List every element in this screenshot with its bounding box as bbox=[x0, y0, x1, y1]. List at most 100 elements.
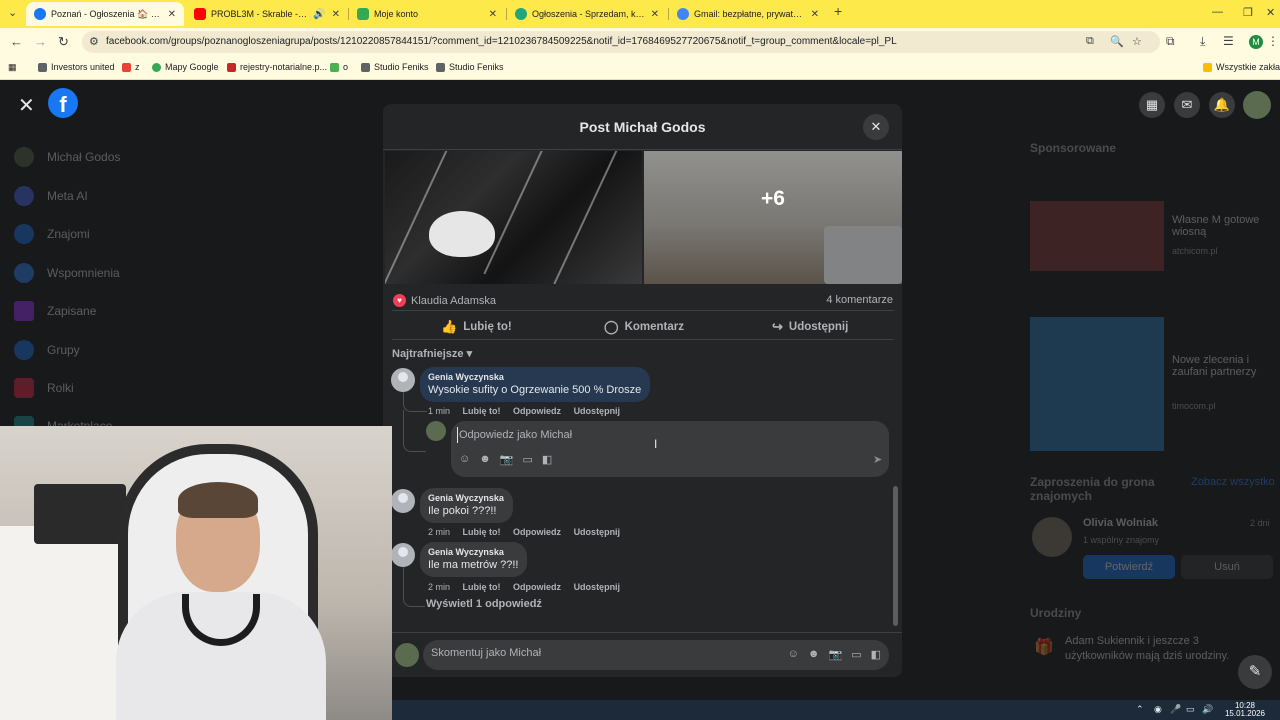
comment-author[interactable]: Genia Wyczynska bbox=[428, 493, 504, 503]
post-photo-livingroom[interactable]: +6 bbox=[644, 151, 902, 284]
comment-author[interactable]: Genia Wyczynska bbox=[428, 547, 518, 557]
account-avatar[interactable] bbox=[1243, 91, 1271, 119]
sticker-icon[interactable]: ◧ bbox=[542, 453, 552, 466]
delete-request-button[interactable]: Usuń bbox=[1181, 555, 1273, 579]
zoom-icon[interactable]: 🔍 bbox=[1110, 35, 1124, 48]
avatar-sticker-icon[interactable]: ☺ bbox=[459, 453, 470, 466]
nav-item-reels[interactable]: Rolki bbox=[14, 378, 74, 398]
gif-icon[interactable]: ▭ bbox=[523, 453, 533, 466]
messenger-icon[interactable]: ✉ bbox=[1174, 92, 1200, 118]
comment-share-link[interactable]: Udostępnij bbox=[574, 406, 621, 416]
reply-input[interactable] bbox=[457, 427, 837, 443]
download-icon[interactable]: ⤓ bbox=[1200, 34, 1205, 49]
reload-icon[interactable]: ↻ bbox=[58, 34, 69, 50]
side-panel-icon[interactable]: ☰ bbox=[1223, 34, 1234, 48]
browser-tab-youtube[interactable]: PROBL3M - Skrable - YouTu 🔊 ✕ bbox=[186, 2, 348, 26]
avatar[interactable] bbox=[391, 543, 415, 567]
nav-item-friends[interactable]: Znajomi bbox=[14, 224, 90, 244]
confirm-button[interactable]: Potwierdź bbox=[1083, 555, 1175, 579]
close-modal-button[interactable]: ✕ bbox=[863, 114, 889, 140]
profile-avatar[interactable]: M bbox=[1249, 35, 1263, 49]
ad-image[interactable] bbox=[1030, 201, 1164, 271]
restore-icon[interactable]: ❐ bbox=[1243, 6, 1253, 19]
avatar[interactable] bbox=[1032, 517, 1072, 557]
like-button[interactable]: 👍 Lubię to! bbox=[441, 319, 512, 335]
bookmark-star-icon[interactable]: ☆ bbox=[1132, 35, 1142, 48]
back-icon[interactable]: ← bbox=[10, 34, 23, 49]
url-text[interactable]: facebook.com/groups/poznanogloszeniagrup… bbox=[106, 36, 897, 47]
volume-icon[interactable]: 🔊 bbox=[1202, 704, 1213, 715]
comment-reply-link[interactable]: Odpowiedz bbox=[513, 582, 561, 592]
all-bookmarks-folder[interactable]: Wszystkie zakład bbox=[1203, 62, 1280, 72]
comment-bubble[interactable]: Genia Wyczynska Wysokie sufity o Ogrzewa… bbox=[420, 367, 651, 402]
ad-title[interactable]: Nowe zlecenia i zaufani partnerzy bbox=[1172, 354, 1272, 378]
facebook-logo-icon[interactable]: f bbox=[48, 88, 78, 118]
emoji-icon[interactable]: ☻ bbox=[479, 453, 491, 466]
close-tab-icon[interactable]: ✕ bbox=[332, 9, 340, 20]
new-message-button[interactable]: ✎ bbox=[1238, 655, 1272, 689]
bookmark-item[interactable]: Studio Feniks bbox=[361, 62, 429, 72]
browser-tab-olx[interactable]: Ogłoszenia - Sprzedam, kupię ✕ bbox=[507, 2, 667, 26]
comment-bubble[interactable]: Genia Wyczynska Ile ma metrów ??!! bbox=[420, 542, 528, 577]
close-window-icon[interactable]: ✕ bbox=[1266, 6, 1275, 19]
nav-item-memories[interactable]: Wspomnienia bbox=[14, 263, 120, 283]
ad-image[interactable] bbox=[1030, 317, 1164, 451]
site-info-icon[interactable]: ⚙ bbox=[89, 35, 99, 48]
camera-icon[interactable]: 📷 bbox=[500, 453, 514, 466]
extensions-icon[interactable]: ⧉ bbox=[1166, 34, 1175, 49]
avatar-sticker-icon[interactable]: ☺ bbox=[788, 648, 799, 661]
comment-share-link[interactable]: Udostępnij bbox=[574, 527, 621, 537]
comment-reply-link[interactable]: Odpowiedz bbox=[513, 406, 561, 416]
send-icon[interactable]: ➤ bbox=[873, 453, 882, 466]
comment-time[interactable]: 1 min bbox=[428, 406, 450, 416]
comment-sort-dropdown[interactable]: Najtrafniejsze ▾ bbox=[392, 347, 472, 360]
friend-name[interactable]: Olivia Wolniak bbox=[1083, 517, 1158, 529]
taskbar-clock[interactable]: 10:28 15.01.2026 bbox=[1224, 702, 1266, 718]
comment-input[interactable] bbox=[431, 647, 761, 659]
comment-like-link[interactable]: Lubię to! bbox=[463, 406, 501, 416]
apps-icon[interactable]: ▦ bbox=[8, 62, 17, 73]
tab-search-icon[interactable]: ⌄ bbox=[8, 6, 17, 19]
menu-icon[interactable]: ⋮ bbox=[1267, 34, 1279, 48]
comment-like-link[interactable]: Lubię to! bbox=[463, 527, 501, 537]
bookmark-item[interactable]: rejestry-notarialne.p... bbox=[227, 62, 327, 72]
notifications-bell-icon[interactable]: 🔔 bbox=[1209, 92, 1235, 118]
see-all-link[interactable]: Zobacz wszystko bbox=[1191, 476, 1275, 488]
bookmark-item[interactable]: Studio Feniks bbox=[436, 62, 504, 72]
post-photo-bathroom[interactable] bbox=[385, 151, 642, 284]
birthday-text[interactable]: Adam Sukiennik i jeszcze 3 użytkowników … bbox=[1065, 634, 1245, 664]
modal-scrollbar[interactable] bbox=[893, 486, 898, 626]
comment-count[interactable]: 4 komentarze bbox=[826, 294, 893, 306]
comment-author[interactable]: Genia Wyczynska bbox=[428, 372, 641, 382]
nav-item-meta-ai[interactable]: Meta AI bbox=[14, 186, 88, 206]
nav-item-groups[interactable]: Grupy bbox=[14, 340, 80, 360]
browser-tab-account[interactable]: Moje konto ✕ bbox=[349, 2, 505, 26]
tray-app-icon[interactable]: ◉ bbox=[1154, 704, 1162, 715]
address-bar[interactable]: ⚙ facebook.com/groups/poznanogloszeniagr… bbox=[82, 31, 1160, 53]
bookmark-item[interactable]: o bbox=[330, 62, 348, 72]
emoji-icon[interactable]: ☻ bbox=[808, 648, 820, 661]
install-app-icon[interactable]: ⧉ bbox=[1086, 35, 1094, 48]
close-tab-icon[interactable]: ✕ bbox=[168, 9, 176, 20]
avatar[interactable] bbox=[391, 489, 415, 513]
comment-time[interactable]: 2 min bbox=[428, 527, 450, 537]
browser-tab-facebook[interactable]: Poznań - Ogłoszenia 🏠 | Pozna ✕ bbox=[26, 2, 184, 26]
new-tab-button[interactable]: + bbox=[834, 3, 842, 19]
share-button[interactable]: ↪ Udostępnij bbox=[772, 319, 848, 335]
comment-time[interactable]: 2 min bbox=[428, 582, 450, 592]
nav-item-profile[interactable]: Michał Godos bbox=[14, 147, 120, 167]
bookmark-item[interactable]: Mapy Google bbox=[152, 62, 219, 72]
comment-bubble[interactable]: Genia Wyczynska Ile pokoi ???!! bbox=[420, 488, 513, 523]
menu-grid-icon[interactable]: ▦ bbox=[1139, 92, 1165, 118]
ad-title[interactable]: Własne M gotowe wiosną bbox=[1172, 214, 1272, 238]
bookmark-item[interactable]: Investors united bbox=[38, 62, 115, 72]
tray-chevron-icon[interactable]: ⌃ bbox=[1136, 704, 1144, 715]
comment-reply-link[interactable]: Odpowiedz bbox=[513, 527, 561, 537]
battery-icon[interactable]: ▭ bbox=[1186, 704, 1195, 715]
nav-item-saved[interactable]: Zapisane bbox=[14, 301, 96, 321]
minimize-icon[interactable]: — bbox=[1212, 6, 1223, 18]
comment-composer[interactable]: ☺ ☻ 📷 ▭ ◧ bbox=[423, 640, 889, 670]
reply-composer[interactable]: ☺ ☻ 📷 ▭ ◧ ➤ bbox=[451, 421, 889, 477]
reactions-summary[interactable]: ♥ Klaudia Adamska bbox=[393, 294, 496, 307]
comment-button[interactable]: ◯ Komentarz bbox=[604, 319, 684, 335]
